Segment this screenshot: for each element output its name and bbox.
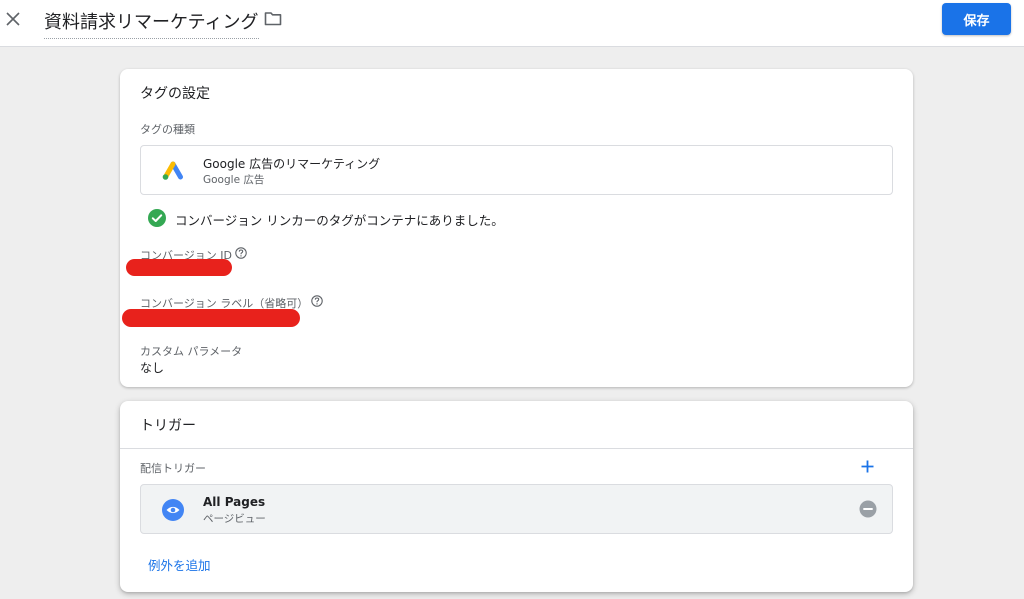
tag-type-label: タグの種類 — [140, 123, 195, 136]
custom-params-value: なし — [140, 361, 165, 375]
remove-circle-icon[interactable] — [859, 500, 877, 518]
redaction-mark — [122, 309, 300, 327]
folder-icon[interactable] — [264, 11, 282, 26]
header-bar: 資料請求リマーケティング 保存 — [0, 0, 1024, 47]
help-circle-icon[interactable] — [311, 295, 323, 307]
triggers-title: トリガー — [140, 418, 196, 434]
save-button[interactable]: 保存 — [942, 3, 1011, 35]
tag-config-card[interactable]: タグの設定 タグの種類 Google 広告のリマーケティング Google 広告… — [120, 69, 913, 387]
add-exception-link[interactable]: 例外を追加 — [148, 555, 211, 574]
close-button[interactable] — [3, 8, 23, 30]
trigger-name: All Pages — [203, 495, 266, 509]
redaction-mark — [126, 259, 232, 276]
tag-name-title[interactable]: 資料請求リマーケティング — [44, 8, 259, 39]
linker-status-text: コンバージョン リンカーのタグがコンテナにありました。 — [175, 213, 504, 228]
close-icon — [6, 12, 20, 26]
help-circle-icon[interactable] — [235, 247, 247, 259]
tag-type-selector[interactable]: Google 広告のリマーケティング Google 広告 — [140, 145, 893, 195]
trigger-row[interactable]: All Pages ページビュー — [140, 484, 893, 534]
tag-config-title: タグの設定 — [140, 86, 210, 102]
triggers-card[interactable]: トリガー 配信トリガー All Pages ページビュー 例外を追加 — [120, 401, 913, 592]
google-ads-logo-icon — [162, 161, 183, 180]
eye-icon — [162, 499, 184, 521]
check-circle-icon — [148, 209, 166, 227]
trigger-type: ページビュー — [203, 513, 266, 525]
tag-type-vendor: Google 広告 — [203, 174, 265, 186]
tag-type-name: Google 広告のリマーケティング — [203, 157, 381, 171]
plus-icon[interactable] — [861, 460, 874, 473]
firing-triggers-label: 配信トリガー — [140, 462, 206, 475]
custom-params-label: カスタム パラメータ — [140, 345, 243, 358]
divider — [120, 448, 913, 449]
